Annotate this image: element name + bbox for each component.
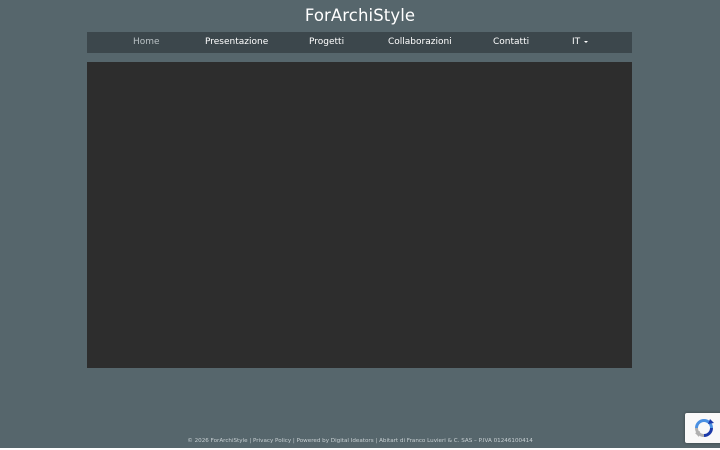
recaptcha-icon: [695, 419, 714, 437]
hero-slider-area: [87, 62, 632, 368]
nav-item-contatti[interactable]: Contatti: [493, 32, 529, 53]
site-title[interactable]: ForArchiStyle: [0, 5, 720, 27]
recaptcha-badge[interactable]: [685, 413, 720, 443]
nav-item-collaborazioni[interactable]: Collaborazioni: [388, 32, 452, 53]
main-navbar: Home Presentazione Progetti Collaborazio…: [87, 32, 632, 53]
nav-item-home[interactable]: Home: [133, 32, 160, 53]
footer-copyright: © 2026 ForArchiStyle |: [187, 438, 252, 444]
caret-down-icon: [584, 40, 589, 43]
footer-powered-label: | Powered by: [292, 438, 330, 444]
footer: © 2026 ForArchiStyle | Privacy Policy | …: [0, 436, 720, 446]
nav-item-presentazione[interactable]: Presentazione: [205, 32, 268, 53]
page: ForArchiStyle Home Presentazione Progett…: [0, 0, 720, 450]
language-label: IT: [572, 37, 581, 47]
digital-ideators-link[interactable]: Digital Ideators: [331, 438, 374, 444]
nav-item-progetti[interactable]: Progetti: [309, 32, 344, 53]
footer-company-info: | Abitart di Franco Luvieri & C. SAS – P…: [375, 438, 533, 444]
privacy-policy-link[interactable]: Privacy Policy: [253, 438, 291, 444]
language-dropdown[interactable]: IT: [572, 32, 589, 53]
